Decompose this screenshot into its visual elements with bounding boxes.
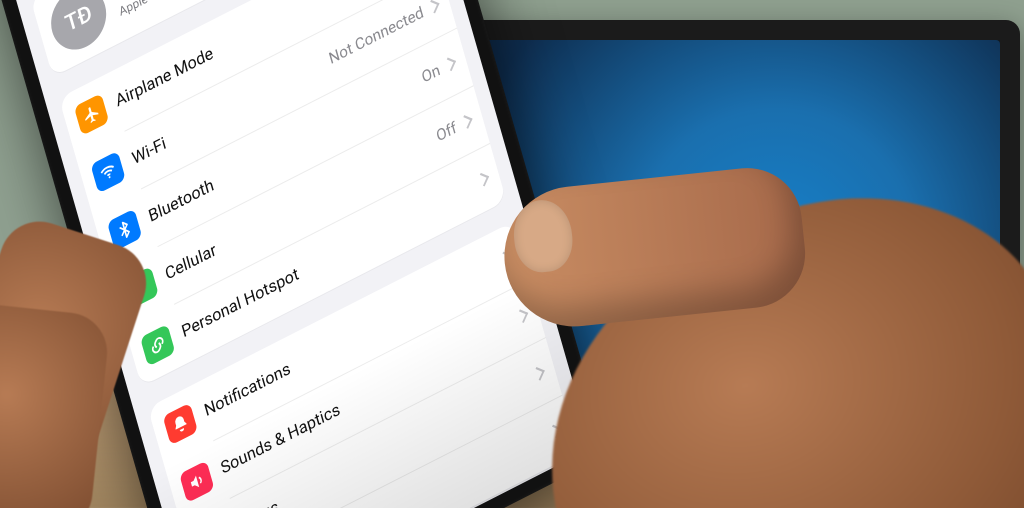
bluetooth-icon	[107, 208, 142, 251]
speaker-icon	[179, 460, 214, 503]
bluetooth-value: On	[420, 61, 442, 87]
avatar: TĐ	[44, 0, 113, 60]
airplane-icon	[74, 93, 109, 136]
link-icon	[140, 324, 175, 367]
chevron-right-icon	[443, 57, 456, 71]
chevron-right-icon	[427, 0, 440, 13]
wifi-icon	[90, 151, 125, 194]
monitor-stand	[620, 398, 740, 448]
cellular-value: Off	[434, 118, 458, 145]
antenna-icon	[123, 266, 158, 309]
chevron-right-icon	[460, 115, 473, 129]
bell-icon	[163, 403, 198, 446]
photo-scene: 09:29 Settings TĐ Thị Thắng Đỗ Apple ID,…	[0, 0, 1024, 508]
